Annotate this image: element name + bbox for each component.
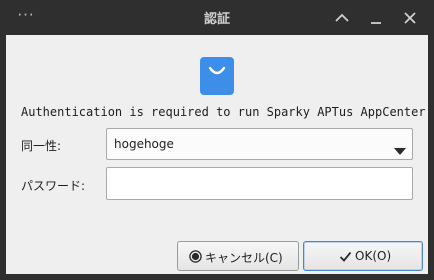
auth-message: Authentication is required to run Sparky… bbox=[21, 105, 426, 119]
checkmark-icon bbox=[339, 250, 352, 263]
minimize-icon[interactable] bbox=[364, 7, 388, 29]
password-label: パスワード: bbox=[21, 179, 86, 193]
dialog-content: Authentication is required to run Sparky… bbox=[6, 35, 428, 274]
identity-select[interactable]: hogehoge bbox=[106, 128, 413, 160]
close-icon[interactable] bbox=[398, 7, 422, 29]
chevron-up-icon[interactable] bbox=[330, 7, 354, 29]
dropdown-arrow-icon bbox=[394, 141, 406, 155]
cancel-button[interactable]: キャンセル(C) bbox=[177, 241, 299, 271]
identity-label: 同一性: bbox=[21, 139, 62, 153]
shopping-bag-icon bbox=[199, 56, 235, 96]
auth-dialog-window: ··· 認証 Authentication is required to run… bbox=[0, 0, 434, 280]
ok-button[interactable]: OK(O) bbox=[303, 241, 423, 271]
title-bar: ··· 認証 bbox=[0, 0, 434, 35]
identity-value: hogehoge bbox=[114, 137, 174, 151]
ok-button-label: OK(O) bbox=[355, 249, 392, 263]
cancel-icon bbox=[189, 250, 202, 263]
cancel-button-label: キャンセル(C) bbox=[205, 251, 283, 265]
password-field[interactable] bbox=[106, 167, 413, 200]
